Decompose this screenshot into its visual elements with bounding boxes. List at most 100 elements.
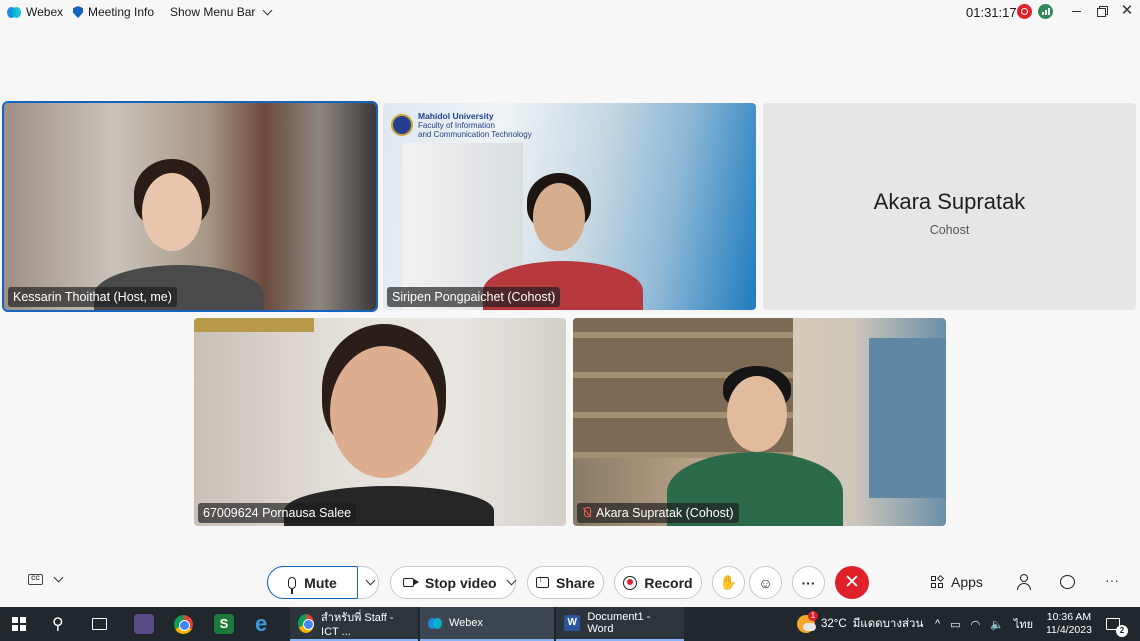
closed-captions-icon: CC (28, 574, 43, 585)
chevron-down-icon (262, 5, 273, 15)
restore-button[interactable] (1093, 3, 1111, 19)
title-bar: Webex Meeting Info Show Menu Bar 01:31:1… (0, 0, 1140, 24)
calendar-app-icon (134, 614, 154, 634)
wifi-icon[interactable]: ◠ (971, 618, 981, 631)
video-tile-pornausa[interactable]: 67009624 Pornausa Salee (194, 318, 566, 526)
taskbar-clock[interactable]: 10:36 AM 11/4/2023 (1046, 607, 1092, 641)
taskbar-window-chrome[interactable]: สำหรับพี่ Staff - ICT ... (290, 607, 418, 641)
start-button[interactable] (12, 607, 28, 641)
s-app-icon: S (214, 614, 234, 634)
show-menu-label: Show Menu Bar (170, 5, 256, 19)
participant-face (330, 346, 438, 478)
chevron-down-icon[interactable] (506, 575, 517, 586)
meeting-info-button[interactable]: Meeting Info (73, 5, 154, 19)
apps-grid-icon (931, 574, 945, 589)
video-tile-akara-avatar[interactable]: Akara Supratak Cohost (763, 103, 1136, 310)
task-view-icon (92, 618, 107, 630)
show-menu-bar-button[interactable]: Show Menu Bar (170, 5, 273, 19)
video-tile-akara[interactable]: Akara Supratak (Cohost) (573, 318, 946, 526)
end-meeting-button[interactable]: ✕ (835, 566, 869, 599)
notification-badge: 2 (1116, 625, 1128, 637)
app-name: Webex (26, 5, 64, 19)
muted-microphone-icon (582, 507, 591, 519)
chat-button[interactable] (1060, 575, 1075, 589)
weather-widget[interactable]: 1 32°C มีแดดบางส่วน (797, 607, 923, 641)
volume-icon[interactable]: 🔈 (990, 618, 1004, 631)
video-tile-kessarin[interactable]: Kessarin Thoithat (Host, me) (2, 101, 378, 312)
chevron-down-icon (365, 575, 376, 586)
webex-icon (428, 617, 442, 629)
search-button[interactable]: ⚲ (52, 607, 64, 641)
participant-name-tag: Akara Supratak (Cohost) (577, 503, 739, 523)
notification-center-button[interactable]: 2 (1106, 607, 1128, 641)
captions-button[interactable]: CC (28, 572, 64, 585)
participants-button[interactable] (1016, 574, 1033, 591)
notification-icon: 2 (1106, 618, 1128, 637)
stop-video-button[interactable]: Stop video (390, 566, 517, 599)
close-window-button[interactable]: ✕ (1118, 3, 1136, 19)
taskbar-window-word[interactable]: W Document1 - Word (556, 607, 684, 641)
share-screen-icon (536, 574, 550, 588)
record-icon (623, 575, 638, 590)
internet-explorer-icon: e (255, 611, 268, 636)
taskbar-app-s[interactable]: S (214, 607, 234, 641)
system-tray: ^ ▭ ◠ 🔈 ไทย (935, 607, 1033, 641)
audio-options-button[interactable] (358, 567, 379, 598)
mahidol-logo: Mahidol University Faculty of Informatio… (391, 111, 532, 139)
panel-overflow-button[interactable]: ··· (1105, 572, 1119, 588)
clock-date: 11/4/2023 (1046, 624, 1092, 636)
close-icon: ✕ (844, 572, 860, 593)
more-options-button[interactable]: ··· (792, 566, 825, 599)
participant-face (142, 173, 202, 251)
participant-name-tag: 67009624 Pornausa Salee (198, 503, 357, 523)
word-icon: W (564, 615, 581, 631)
record-button[interactable]: Record (614, 566, 702, 599)
meeting-info-label: Meeting Info (88, 5, 155, 19)
network-health-icon[interactable] (1038, 4, 1053, 19)
taskbar-app-edge[interactable]: e (255, 607, 267, 641)
chevron-down-icon (53, 572, 64, 583)
video-tile-siripen[interactable]: Mahidol University Faculty of Informatio… (383, 103, 756, 310)
raise-hand-icon: ✋ (719, 574, 738, 590)
webex-logo-icon (7, 6, 21, 18)
chevron-up-icon[interactable]: ^ (935, 618, 940, 630)
chrome-icon (298, 613, 315, 633)
picture-frame (194, 318, 314, 332)
chrome-icon (174, 614, 193, 634)
windows-taskbar: ⚲ S e สำหรับพี่ Staff - ICT ... Webex W … (0, 607, 1140, 641)
mute-control-group: Mute (267, 566, 379, 599)
recording-status-icon[interactable] (1017, 4, 1032, 19)
taskbar-app-chrome[interactable] (174, 607, 193, 641)
taskbar-app-calendar[interactable] (134, 607, 154, 641)
window-background (869, 338, 946, 498)
university-seal-icon (391, 114, 413, 136)
task-view-button[interactable] (92, 607, 107, 641)
weather-icon: 1 (797, 611, 818, 633)
apps-button[interactable]: Apps (931, 574, 983, 590)
smiley-icon: ☺ (758, 574, 773, 591)
participant-face (533, 183, 585, 251)
participant-role: Cohost (929, 223, 970, 237)
clock-time: 10:36 AM (1046, 611, 1092, 623)
search-icon: ⚲ (52, 616, 64, 633)
more-options-icon: ··· (801, 574, 816, 591)
participant-face (727, 376, 787, 452)
reactions-button[interactable]: ☺ (749, 566, 782, 599)
minimize-button[interactable] (1068, 3, 1086, 19)
participant-name: Akara Supratak (873, 189, 1026, 214)
participant-name-tag: Siripen Pongpaichet (Cohost) (387, 287, 561, 307)
participant-name-tag: Kessarin Thoithat (Host, me) (8, 287, 177, 307)
language-indicator[interactable]: ไทย (1014, 615, 1033, 633)
raise-hand-button[interactable]: ✋ (712, 566, 745, 599)
weather-badge: 1 (808, 611, 818, 621)
shield-icon (73, 6, 83, 18)
mute-button[interactable]: Mute (267, 566, 358, 599)
share-button[interactable]: Share (527, 566, 604, 599)
meeting-timer: 01:31:17 (966, 5, 1017, 20)
microphone-icon (288, 576, 297, 594)
windows-logo-icon (12, 616, 28, 632)
battery-icon[interactable]: ▭ (950, 618, 960, 631)
taskbar-window-webex[interactable]: Webex (420, 607, 554, 641)
webex-brand: Webex (7, 5, 63, 19)
camera-icon (403, 578, 419, 587)
